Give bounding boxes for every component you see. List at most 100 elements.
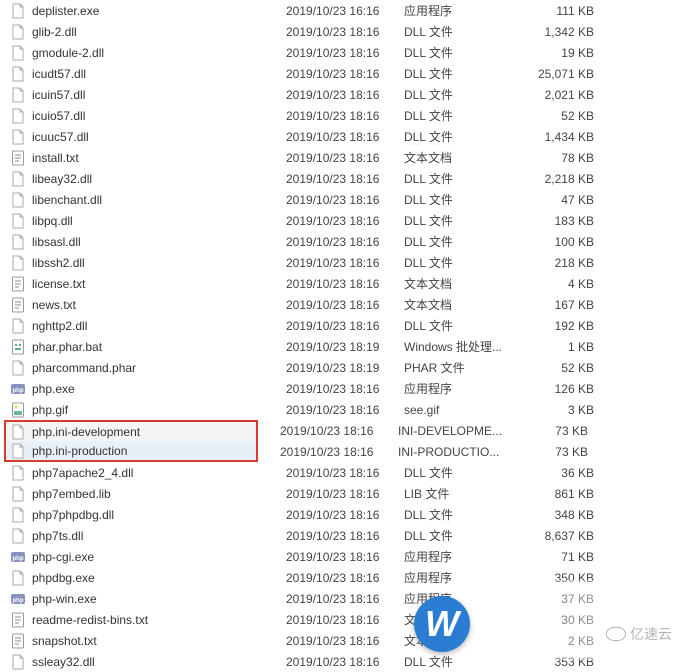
file-row[interactable]: php7phpdbg.dll2019/10/23 18:16DLL 文件348 …: [0, 504, 680, 525]
file-name: install.txt: [32, 151, 286, 165]
file-row[interactable]: phpphp.exe2019/10/23 18:16应用程序126 KB: [0, 378, 680, 399]
file-row[interactable]: php.ini-development: [4, 420, 258, 441]
file-row[interactable]: icuio57.dll2019/10/23 18:16DLL 文件52 KB: [0, 105, 680, 126]
file-row[interactable]: icuin57.dll2019/10/23 18:16DLL 文件2,021 K…: [0, 84, 680, 105]
file-row[interactable]: license.txt2019/10/23 18:16文本文档4 KB: [0, 273, 680, 294]
file-row[interactable]: nghttp2.dll2019/10/23 18:16DLL 文件192 KB: [0, 315, 680, 336]
file-name: php7apache2_4.dll: [32, 466, 286, 480]
file-type: DLL 文件: [404, 254, 524, 271]
file-type: DLL 文件: [404, 107, 524, 124]
file-size: 52 KB: [524, 109, 594, 123]
file-size: 19 KB: [524, 46, 594, 60]
file-type: DLL 文件: [404, 44, 524, 61]
file-size: 8,637 KB: [524, 529, 594, 543]
file-row[interactable]: snapshot.txt2019/10/23 18:16文本文档2 KB: [0, 630, 680, 651]
file-date: 2019/10/23 18:16: [286, 634, 404, 648]
file-row[interactable]: news.txt2019/10/23 18:16文本文档167 KB: [0, 294, 680, 315]
file-white-icon: [10, 360, 26, 376]
file-size: 183 KB: [524, 214, 594, 228]
file-row[interactable]: php.ini-production: [4, 441, 258, 462]
file-date: 2019/10/23 18:16: [286, 613, 404, 627]
file-size: 218 KB: [524, 256, 594, 270]
file-size: 78 KB: [524, 151, 594, 165]
file-type: DLL 文件: [404, 212, 524, 229]
file-date: 2019/10/23 18:16: [286, 382, 404, 396]
file-list: deplister.exe2019/10/23 16:16应用程序111 KBg…: [0, 0, 680, 672]
file-row[interactable]: install.txt2019/10/23 18:16文本文档78 KB: [0, 147, 680, 168]
file-white-icon: [10, 443, 26, 459]
file-date: 2019/10/23 18:16: [286, 214, 404, 228]
php-exe-icon: php: [10, 591, 26, 607]
file-white-icon: [10, 465, 26, 481]
file-row[interactable]: icudt57.dll2019/10/23 18:16DLL 文件25,071 …: [0, 63, 680, 84]
file-type: DLL 文件: [404, 128, 524, 145]
file-date: 2019/10/23 16:16: [286, 4, 404, 18]
file-white-icon: [10, 570, 26, 586]
file-type: 文本文档: [404, 149, 524, 166]
file-row[interactable]: php7apache2_4.dll2019/10/23 18:16DLL 文件3…: [0, 462, 680, 483]
file-row[interactable]: php7embed.lib2019/10/23 18:16LIB 文件861 K…: [0, 483, 680, 504]
file-white-icon: [10, 24, 26, 40]
file-row[interactable]: phar.phar.bat2019/10/23 18:19Windows 批处理…: [0, 336, 680, 357]
file-size: 52 KB: [524, 361, 594, 375]
file-row[interactable]: deplister.exe2019/10/23 16:16应用程序111 KB: [0, 0, 680, 21]
file-row[interactable]: glib-2.dll2019/10/23 18:16DLL 文件1,342 KB: [0, 21, 680, 42]
file-name: libenchant.dll: [32, 193, 286, 207]
file-row[interactable]: libenchant.dll2019/10/23 18:16DLL 文件47 K…: [0, 189, 680, 210]
file-name: nghttp2.dll: [32, 319, 286, 333]
file-row[interactable]: phpphp-cgi.exe2019/10/23 18:16应用程序71 KB: [0, 546, 680, 567]
file-type: 应用程序: [404, 569, 524, 586]
file-type: DLL 文件: [404, 464, 524, 481]
file-size: 350 KB: [524, 571, 594, 585]
file-row[interactable]: libpq.dll2019/10/23 18:16DLL 文件183 KB: [0, 210, 680, 231]
file-row[interactable]: pharcommand.phar2019/10/23 18:19PHAR 文件5…: [0, 357, 680, 378]
file-date: 2019/10/23 18:19: [286, 340, 404, 354]
file-type: 应用程序: [404, 2, 524, 19]
file-date: 2019/10/23 18:16: [286, 403, 404, 417]
file-date: 2019/10/23 18:16: [286, 46, 404, 60]
file-name: deplister.exe: [32, 4, 286, 18]
file-row[interactable]: readme-redist-bins.txt2019/10/23 18:16文本…: [0, 609, 680, 630]
file-date: 2019/10/23 18:16: [286, 592, 404, 606]
file-row-extended: 2019/10/23 18:16INI-PRODUCTIO...73 KB: [280, 441, 588, 462]
file-row[interactable]: libssh2.dll2019/10/23 18:16DLL 文件218 KB: [0, 252, 680, 273]
file-name: php-cgi.exe: [32, 550, 286, 564]
file-type: DLL 文件: [404, 527, 524, 544]
file-row[interactable]: phpdbg.exe2019/10/23 18:16应用程序350 KB: [0, 567, 680, 588]
file-type: DLL 文件: [404, 506, 524, 523]
file-size: 167 KB: [524, 298, 594, 312]
file-name: libssh2.dll: [32, 256, 286, 270]
file-name: phar.phar.bat: [32, 340, 286, 354]
file-size: 348 KB: [524, 508, 594, 522]
file-name: snapshot.txt: [32, 634, 286, 648]
file-name: php.ini-development: [32, 425, 256, 439]
file-type: DLL 文件: [404, 653, 524, 670]
file-date: 2019/10/23 18:16: [286, 109, 404, 123]
file-name: icuuc57.dll: [32, 130, 286, 144]
file-name: icudt57.dll: [32, 67, 286, 81]
file-row[interactable]: phpphp-win.exe2019/10/23 18:16应用程序37 KB: [0, 588, 680, 609]
file-white-icon: [10, 171, 26, 187]
file-size: 47 KB: [524, 193, 594, 207]
file-type: PHAR 文件: [404, 359, 524, 376]
file-size: 73 KB: [518, 424, 588, 438]
file-name: pharcommand.phar: [32, 361, 286, 375]
file-row[interactable]: php7ts.dll2019/10/23 18:16DLL 文件8,637 KB: [0, 525, 680, 546]
file-size: 36 KB: [524, 466, 594, 480]
file-white-icon: [10, 255, 26, 271]
file-row[interactable]: php.gif2019/10/23 18:16see.gif3 KB: [0, 399, 680, 420]
file-row[interactable]: libsasl.dll2019/10/23 18:16DLL 文件100 KB: [0, 231, 680, 252]
file-size: 2,218 KB: [524, 172, 594, 186]
php-exe-icon: php: [10, 549, 26, 565]
file-size: 1,434 KB: [524, 130, 594, 144]
file-white-icon: [10, 654, 26, 670]
file-date: 2019/10/23 18:16: [280, 445, 398, 459]
file-name: readme-redist-bins.txt: [32, 613, 286, 627]
file-row[interactable]: ssleay32.dll2019/10/23 18:16DLL 文件353 KB: [0, 651, 680, 672]
svg-text:php: php: [13, 388, 24, 394]
file-row[interactable]: icuuc57.dll2019/10/23 18:16DLL 文件1,434 K…: [0, 126, 680, 147]
file-row[interactable]: libeay32.dll2019/10/23 18:16DLL 文件2,218 …: [0, 168, 680, 189]
file-date: 2019/10/23 18:16: [286, 235, 404, 249]
file-type: DLL 文件: [404, 317, 524, 334]
file-row[interactable]: gmodule-2.dll2019/10/23 18:16DLL 文件19 KB: [0, 42, 680, 63]
